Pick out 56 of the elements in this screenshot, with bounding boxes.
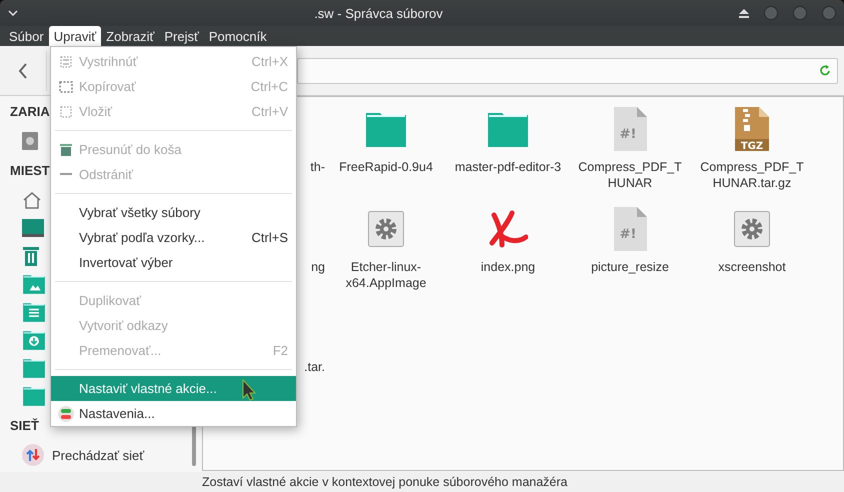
file-name[interactable]: Etcher-linux-x64.AppImage — [330, 259, 442, 291]
file-name[interactable]: FreeRapid-0.9u4 — [330, 159, 442, 175]
menu-item[interactable]: Nastaviť vlastné akcie... — [51, 376, 296, 401]
sidebar-heading: SIEŤ — [10, 418, 39, 433]
script-file-icon: #! — [612, 206, 648, 252]
script-file-icon: #! — [612, 106, 648, 152]
minimize-button[interactable] — [764, 6, 778, 20]
folder-icon — [22, 329, 46, 351]
file-name[interactable]: master-pdf-editor-3 — [452, 159, 564, 175]
menu-title[interactable]: Zobraziť — [101, 26, 160, 46]
drive-icon — [22, 132, 38, 150]
file-name[interactable]: xscreenshot — [696, 259, 808, 275]
file-name[interactable]: ng — [311, 259, 325, 275]
chevron-down-icon[interactable] — [8, 10, 18, 16]
home-icon — [22, 191, 42, 209]
folder-icon — [22, 385, 46, 407]
file-name[interactable]: Compress_PDF_THUNAR — [574, 159, 686, 191]
window-title: .sw - Správca súborov — [313, 6, 444, 20]
dash-icon — [60, 173, 72, 176]
paste-icon — [60, 105, 72, 118]
folder-icon — [22, 357, 46, 379]
menu-item[interactable]: Invertovať výber — [51, 250, 296, 275]
x-mark-image-icon — [488, 209, 528, 249]
file-name[interactable]: .tar. — [304, 359, 325, 375]
trash-icon — [60, 143, 72, 156]
network-icon — [22, 444, 44, 466]
folder-icon — [22, 301, 46, 323]
menu-title[interactable]: Prejsť — [159, 26, 204, 46]
menu-title[interactable]: Pomocník — [204, 26, 272, 46]
gear-icon — [734, 211, 770, 247]
menu-title[interactable]: Súbor — [4, 26, 49, 46]
menu-item[interactable]: Nastavenia... — [51, 401, 296, 426]
mouse-pointer-icon — [242, 379, 256, 401]
maximize-button[interactable] — [793, 6, 807, 20]
menu-item[interactable]: Vybrať všetky súbory — [51, 200, 296, 225]
menu-item[interactable]: Vybrať podľa vzorky... Ctrl+S — [51, 225, 296, 250]
trash-icon — [22, 246, 40, 266]
toggle-switch-icon — [58, 406, 74, 422]
desktop-icon — [22, 219, 44, 237]
sidebar-heading: ZARIA — [10, 104, 50, 119]
sidebar-item[interactable]: Prechádzať sieť — [52, 448, 144, 462]
sidebar-heading: MIEST — [10, 163, 50, 178]
file-name[interactable]: index.png — [452, 259, 564, 275]
copy-icon — [59, 80, 73, 92]
folder-icon — [22, 273, 46, 295]
gear-icon — [368, 211, 404, 247]
close-button[interactable] — [822, 6, 836, 20]
file-name[interactable]: Compress_PDF_THUNAR.tar.gz — [696, 159, 808, 191]
location-field[interactable] — [297, 58, 838, 84]
menu-title[interactable]: Upraviť — [48, 26, 102, 46]
eject-icon[interactable] — [739, 8, 749, 18]
reload-icon[interactable] — [820, 65, 831, 76]
file-name[interactable]: picture_resize — [574, 259, 686, 275]
status-text: Zostaví vlastné akcie v kontextovej ponuke súborového manažéra — [0, 472, 844, 492]
archive-file-icon: TGZ — [734, 106, 770, 152]
file-name[interactable]: th- — [310, 159, 325, 175]
